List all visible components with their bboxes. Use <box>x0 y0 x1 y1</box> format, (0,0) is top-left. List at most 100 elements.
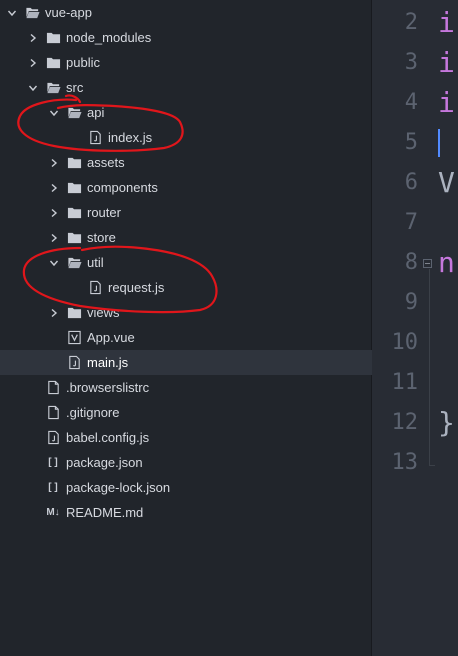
tree-item-label: package.json <box>66 455 143 470</box>
folder-icon <box>45 30 61 46</box>
chevron-right-icon[interactable] <box>27 57 39 69</box>
tree-item[interactable]: babel.config.js <box>0 425 372 450</box>
tree-item-label: util <box>87 255 104 270</box>
tree-item-label: assets <box>87 155 125 170</box>
code-text[interactable]: i <box>438 3 455 43</box>
chevron-right-icon[interactable] <box>48 207 60 219</box>
chevron-right-icon[interactable] <box>48 182 60 194</box>
folder-open-icon <box>66 105 82 121</box>
line-number: 2 <box>404 10 418 35</box>
folder-icon <box>66 180 82 196</box>
line-number: 7 <box>404 210 418 235</box>
tree-item-label: node_modules <box>66 30 152 45</box>
tree-item-label: store <box>87 230 116 245</box>
tree-item[interactable]: node_modules <box>0 25 372 50</box>
tree-item[interactable]: [ ] package.json <box>0 450 372 475</box>
tree-item[interactable]: api <box>0 100 372 125</box>
tree-item-label: vue-app <box>45 5 92 20</box>
tree-item-label: .gitignore <box>66 405 120 420</box>
tree-item[interactable]: util <box>0 250 372 275</box>
folder-icon <box>66 230 82 246</box>
tree-item-label: babel.config.js <box>66 430 150 445</box>
tree-item[interactable]: M↓ README.md <box>0 500 372 525</box>
code-text[interactable]: } <box>438 403 455 443</box>
tree-item[interactable]: store <box>0 225 372 250</box>
folder-open-icon <box>45 80 61 96</box>
chevron-right-icon[interactable] <box>27 32 39 44</box>
tree-item-label: main.js <box>87 355 129 370</box>
js-file-icon <box>66 355 82 371</box>
chevron-right-icon[interactable] <box>48 157 60 169</box>
tree-item[interactable]: index.js <box>0 125 372 150</box>
line-number: 6 <box>404 170 418 195</box>
tree-item[interactable]: vue-app <box>0 0 372 25</box>
tree-item-label: README.md <box>66 505 144 520</box>
tree-item-label: package-lock.json <box>66 480 171 495</box>
tree-item[interactable]: views <box>0 300 372 325</box>
folder-icon <box>66 205 82 221</box>
tree-item[interactable]: [ ] package-lock.json <box>0 475 372 500</box>
tree-item[interactable]: .browserslistrc <box>0 375 372 400</box>
code-text[interactable]: i <box>438 83 455 123</box>
line-number: 12 <box>391 410 419 435</box>
tree-item[interactable]: request.js <box>0 275 372 300</box>
tree-item-label: public <box>66 55 100 70</box>
tree-item-label: src <box>66 80 84 95</box>
line-number: 9 <box>404 290 418 315</box>
js-file-icon <box>45 430 61 446</box>
line-number: 10 <box>391 330 419 355</box>
tree-item[interactable]: App.vue <box>0 325 372 350</box>
code-text[interactable]: n <box>438 243 455 283</box>
chevron-down-icon[interactable] <box>48 107 60 119</box>
chevron-down-icon[interactable] <box>6 7 18 19</box>
tree-item-label: request.js <box>108 280 165 295</box>
chevron-down-icon[interactable] <box>27 82 39 94</box>
editor-window: vue-app node_modulespublic src api index.js a… <box>0 0 458 656</box>
tree-item-label: router <box>87 205 121 220</box>
tree-item[interactable]: src <box>0 75 372 100</box>
code-text[interactable]: i <box>438 43 455 83</box>
tree-item-label: views <box>87 305 120 320</box>
line-number: 4 <box>404 90 418 115</box>
line-number: 5 <box>404 130 418 155</box>
json-file-icon: [ ] <box>48 482 58 493</box>
js-file-icon <box>87 280 103 296</box>
tree-item-label: index.js <box>108 130 153 145</box>
line-number: 11 <box>391 370 419 395</box>
file-tree-sidebar: vue-app node_modulespublic src api index.js a… <box>0 0 372 656</box>
tree-item[interactable]: router <box>0 200 372 225</box>
tree-item-label: .browserslistrc <box>66 380 150 395</box>
tree-item-label: components <box>87 180 158 195</box>
chevron-right-icon[interactable] <box>48 307 60 319</box>
folder-open-icon <box>66 255 82 271</box>
chevron-down-icon[interactable] <box>48 257 60 269</box>
line-number: 3 <box>404 50 418 75</box>
fold-toggle-icon[interactable] <box>423 259 432 268</box>
file-icon <box>45 405 61 421</box>
chevron-right-icon[interactable] <box>48 232 60 244</box>
folder-icon <box>45 55 61 71</box>
folder-open-icon <box>24 5 40 21</box>
tree-item[interactable]: assets <box>0 150 372 175</box>
tree-item[interactable]: components <box>0 175 372 200</box>
line-number: 8 <box>404 250 418 275</box>
text-cursor <box>438 129 440 157</box>
js-file-icon <box>87 130 103 146</box>
code-text[interactable]: V <box>438 163 455 203</box>
code-editor[interactable]: 2 i 3 i 4 i 5 6 V 7 8 n 9 10 11 12} 13 <box>372 0 458 656</box>
markdown-file-icon: M↓ <box>46 507 60 518</box>
tree-item[interactable]: main.js <box>0 350 372 375</box>
tree-item[interactable]: public <box>0 50 372 75</box>
tree-item[interactable]: .gitignore <box>0 400 372 425</box>
tree-item-label: api <box>87 105 105 120</box>
